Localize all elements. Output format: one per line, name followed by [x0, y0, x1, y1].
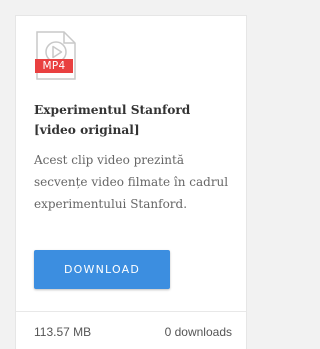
file-card: MP4 Experimentul Stanford [video origina…	[15, 15, 247, 349]
file-extension-badge: MP4	[35, 59, 73, 73]
download-count: 0 downloads	[164, 325, 232, 339]
file-description: Acest clip video prezintă secvențe video…	[34, 153, 229, 211]
file-title[interactable]: Experimentul Stanford [video original]	[34, 100, 234, 140]
download-button[interactable]: DOWNLOAD	[34, 250, 170, 289]
mp4-file-icon	[35, 31, 81, 81]
divider	[16, 311, 246, 312]
file-size: 113.57 MB	[34, 325, 92, 339]
